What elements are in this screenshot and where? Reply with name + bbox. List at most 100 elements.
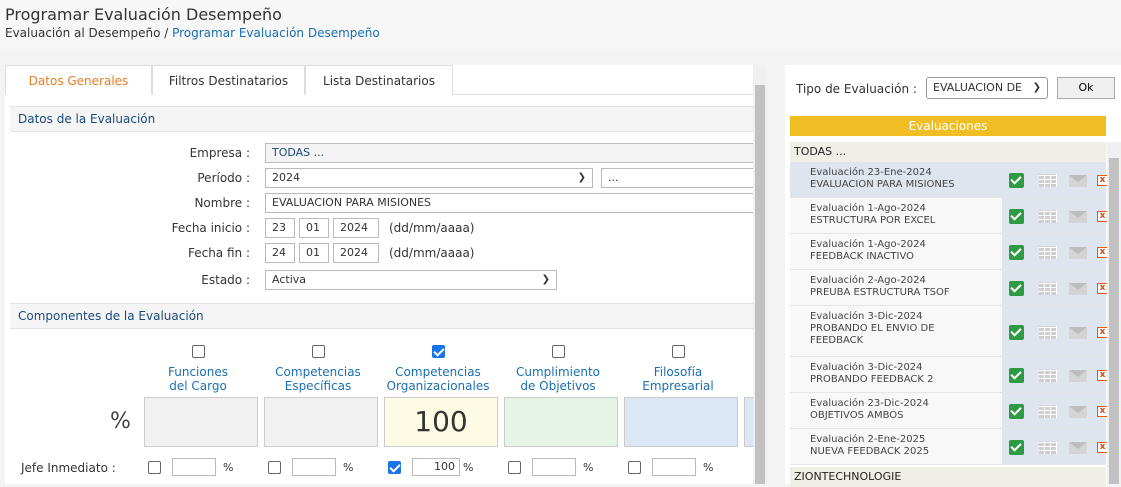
check-icon[interactable] [1009,440,1024,455]
checkbox-competencias-especificas[interactable] [312,345,325,358]
empresa-field[interactable]: TODAS ... [265,143,755,163]
label-cumplimiento-objetivos[interactable]: Cumplimiento de Objetivos [498,365,618,393]
chevron-down-icon: ❯ [577,172,586,183]
mail-icon[interactable] [1069,406,1087,418]
grid-icon[interactable] [1039,405,1057,418]
evaluation-text[interactable]: Evaluación 1-Ago-2024 ESTRUCTURA POR EXCE… [810,203,1005,227]
mail-icon[interactable] [1069,442,1087,454]
checkbox-cumplimiento-objetivos[interactable] [552,345,565,358]
evaluations-scrollbar[interactable] [1107,142,1121,484]
fecha-fin-mm[interactable]: 01 [299,243,329,263]
check-icon[interactable] [1009,404,1024,419]
checkbox-funciones-cargo[interactable] [192,345,205,358]
nombre-input[interactable]: EVALUACION PARA MISIONES [265,193,755,213]
jefe-checkbox-funciones-cargo[interactable] [148,461,161,474]
fecha-inicio-aaaa[interactable]: 2024 [333,218,379,238]
evaluation-row[interactable]: Evaluación 3-Dic-2024 PROBANDO FEEDBACK 2… [790,357,1108,393]
jefe-pct-cumplimiento-objetivos: % [583,461,594,474]
evaluation-row[interactable]: Evaluación 23-Dic-2024 OBJETIVOS AMBOS x [790,393,1108,429]
breadcrumb-current[interactable]: Programar Evaluación Desempeño [172,26,380,40]
evaluation-line3: FEEDBACK [810,335,864,346]
jefe-input-competencias-especificas[interactable] [292,458,336,476]
jefe-checkbox-competencias-especificas[interactable] [268,461,281,474]
check-icon[interactable] [1009,368,1024,383]
evaluation-row[interactable]: Evaluación 2-Ago-2024 PREUBA ESTRUCTURA T… [790,270,1108,306]
label-funciones-cargo[interactable]: Funciones del Cargo [138,365,258,393]
fecha-inicio-mm[interactable]: 01 [299,218,329,238]
percent-box-filosofia-empresarial[interactable] [624,397,738,447]
check-icon[interactable] [1009,325,1024,340]
form-scrollbar[interactable] [753,65,767,484]
evaluation-row[interactable]: Evaluación 23-Ene-2024 EVALUACION PARA MI… [790,162,1108,198]
grid-icon[interactable] [1039,246,1057,259]
percent-box-competencias-organizacionales[interactable]: 100 [384,397,498,447]
mail-icon[interactable] [1069,247,1087,259]
grid-icon[interactable] [1039,441,1057,454]
periodo-select[interactable]: 2024 ❯ [265,168,593,188]
evaluation-text[interactable]: Evaluación 23-Ene-2024 EVALUACION PARA MI… [810,167,1005,191]
evaluation-row[interactable]: Evaluación 1-Ago-2024 ESTRUCTURA POR EXCE… [790,198,1108,234]
mail-icon[interactable] [1069,370,1087,382]
evaluation-text[interactable]: Evaluación 3-Dic-2024 PROBANDO EL ENVIO D… [810,311,1005,347]
evaluation-row[interactable]: Evaluación 2-Ene-2025 NUEVA FEEDBACK 2025… [790,429,1108,465]
breadcrumb-root[interactable]: Evaluación al Desempeño [5,26,160,40]
jefe-checkbox-filosofia-empresarial[interactable] [628,461,641,474]
evaluation-row[interactable]: Evaluación 1-Ago-2024 FEEDBACK INACTIVO x [790,234,1108,270]
grid-icon[interactable] [1039,174,1057,187]
ok-button[interactable]: Ok [1057,77,1115,99]
jefe-checkbox-cumplimiento-objetivos[interactable] [508,461,521,474]
evaluation-line1: Evaluación 2-Ago-2024 [810,275,926,286]
grid-icon[interactable] [1039,210,1057,223]
tab-filtros-destinatarios[interactable]: Filtros Destinatarios [152,65,305,95]
percent-box-cumplimiento-objetivos[interactable] [504,397,618,447]
fecha-fin-aaaa[interactable]: 2024 [333,243,379,263]
percent-box-funciones-cargo[interactable] [144,397,258,447]
evaluation-actions: x [1002,270,1108,305]
evaluations-scroll-thumb[interactable] [1109,158,1119,484]
evaluation-actions: x [1002,198,1108,233]
evaluation-row[interactable]: Evaluación 3-Dic-2024 PROBANDO EL ENVIO D… [790,306,1108,357]
tab-lista-destinatarios[interactable]: Lista Destinatarios [305,65,453,95]
group-ziontechnologie[interactable]: ZIONTECHNOLOGIE [790,467,1106,487]
tab-datos-generales[interactable]: Datos Generales [5,65,152,95]
label-competencias-especificas[interactable]: Competencias Específicas [258,365,378,393]
label-competencias-organizacionales[interactable]: Competencias Organizacionales [378,365,498,393]
check-icon[interactable] [1009,245,1024,260]
jefe-input-competencias-organizacionales[interactable]: 100 [412,458,460,476]
mail-icon[interactable] [1069,283,1087,295]
evaluation-line2: PROBANDO FEEDBACK 2 [810,374,934,385]
periodo-extra-field[interactable]: ... [601,168,755,188]
jefe-input-cumplimiento-objetivos[interactable] [532,458,576,476]
mail-icon[interactable] [1069,211,1087,223]
evaluation-text[interactable]: Evaluación 23-Dic-2024 OBJETIVOS AMBOS [810,398,1005,422]
grid-icon[interactable] [1039,326,1057,339]
evaluation-text[interactable]: Evaluación 3-Dic-2024 PROBANDO FEEDBACK 2 [810,362,1005,386]
evaluation-line2: EVALUACION PARA MISIONES [810,179,955,190]
mail-icon[interactable] [1069,327,1087,339]
group-todas[interactable]: TODAS ... [790,142,1106,162]
label-filosofia-empresarial[interactable]: Filosofía Empresarial [618,365,738,393]
jefe-input-funciones-cargo[interactable] [172,458,216,476]
jefe-checkbox-competencias-organizacionales[interactable] [388,461,401,474]
evaluation-line1: Evaluación 3-Dic-2024 [810,362,923,373]
evaluation-line2: PREUBA ESTRUCTURA TSOF [810,287,950,298]
check-icon[interactable] [1009,173,1024,188]
evaluation-text[interactable]: Evaluación 1-Ago-2024 FEEDBACK INACTIVO [810,239,1005,263]
evaluation-text[interactable]: Evaluación 2-Ene-2025 NUEVA FEEDBACK 2025 [810,434,1005,458]
mail-icon[interactable] [1069,175,1087,187]
grid-icon[interactable] [1039,282,1057,295]
jefe-input-filosofia-empresarial[interactable] [652,458,696,476]
tipo-evaluacion-select[interactable]: EVALUACION DE ❯ [926,77,1048,99]
percent-box-competencias-especificas[interactable] [264,397,378,447]
checkbox-filosofia-empresarial[interactable] [672,345,685,358]
form-scroll-thumb[interactable] [755,85,765,484]
fecha-inicio-dd[interactable]: 23 [265,218,295,238]
check-icon[interactable] [1009,281,1024,296]
fecha-fin-dd[interactable]: 24 [265,243,295,263]
chevron-down-icon: ❯ [1032,82,1041,93]
estado-select[interactable]: Activa ❯ [265,270,557,290]
evaluation-text[interactable]: Evaluación 2-Ago-2024 PREUBA ESTRUCTURA T… [810,275,1005,299]
checkbox-competencias-organizacionales[interactable] [432,345,445,358]
grid-icon[interactable] [1039,369,1057,382]
check-icon[interactable] [1009,209,1024,224]
